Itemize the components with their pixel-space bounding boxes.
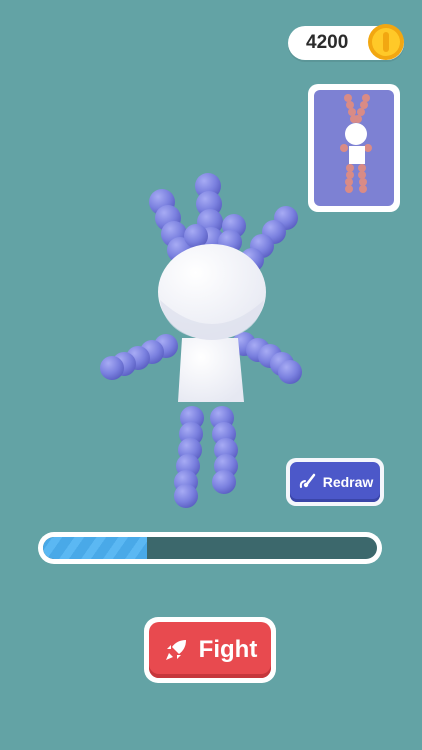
redraw-label: Redraw <box>322 474 374 490</box>
rocket-icon <box>165 640 186 660</box>
fight-button[interactable]: Fight <box>144 617 276 683</box>
draw-progress-bar <box>38 532 382 564</box>
player-character <box>100 173 302 508</box>
brush-icon <box>299 473 315 488</box>
fight-label: Fight <box>198 636 258 663</box>
redraw-button[interactable]: Redraw <box>286 458 384 506</box>
redraw-button-face[interactable]: Redraw <box>290 462 380 502</box>
fight-button-face[interactable]: Fight <box>149 622 271 678</box>
progress-track <box>43 537 377 559</box>
progress-fill <box>43 537 147 559</box>
